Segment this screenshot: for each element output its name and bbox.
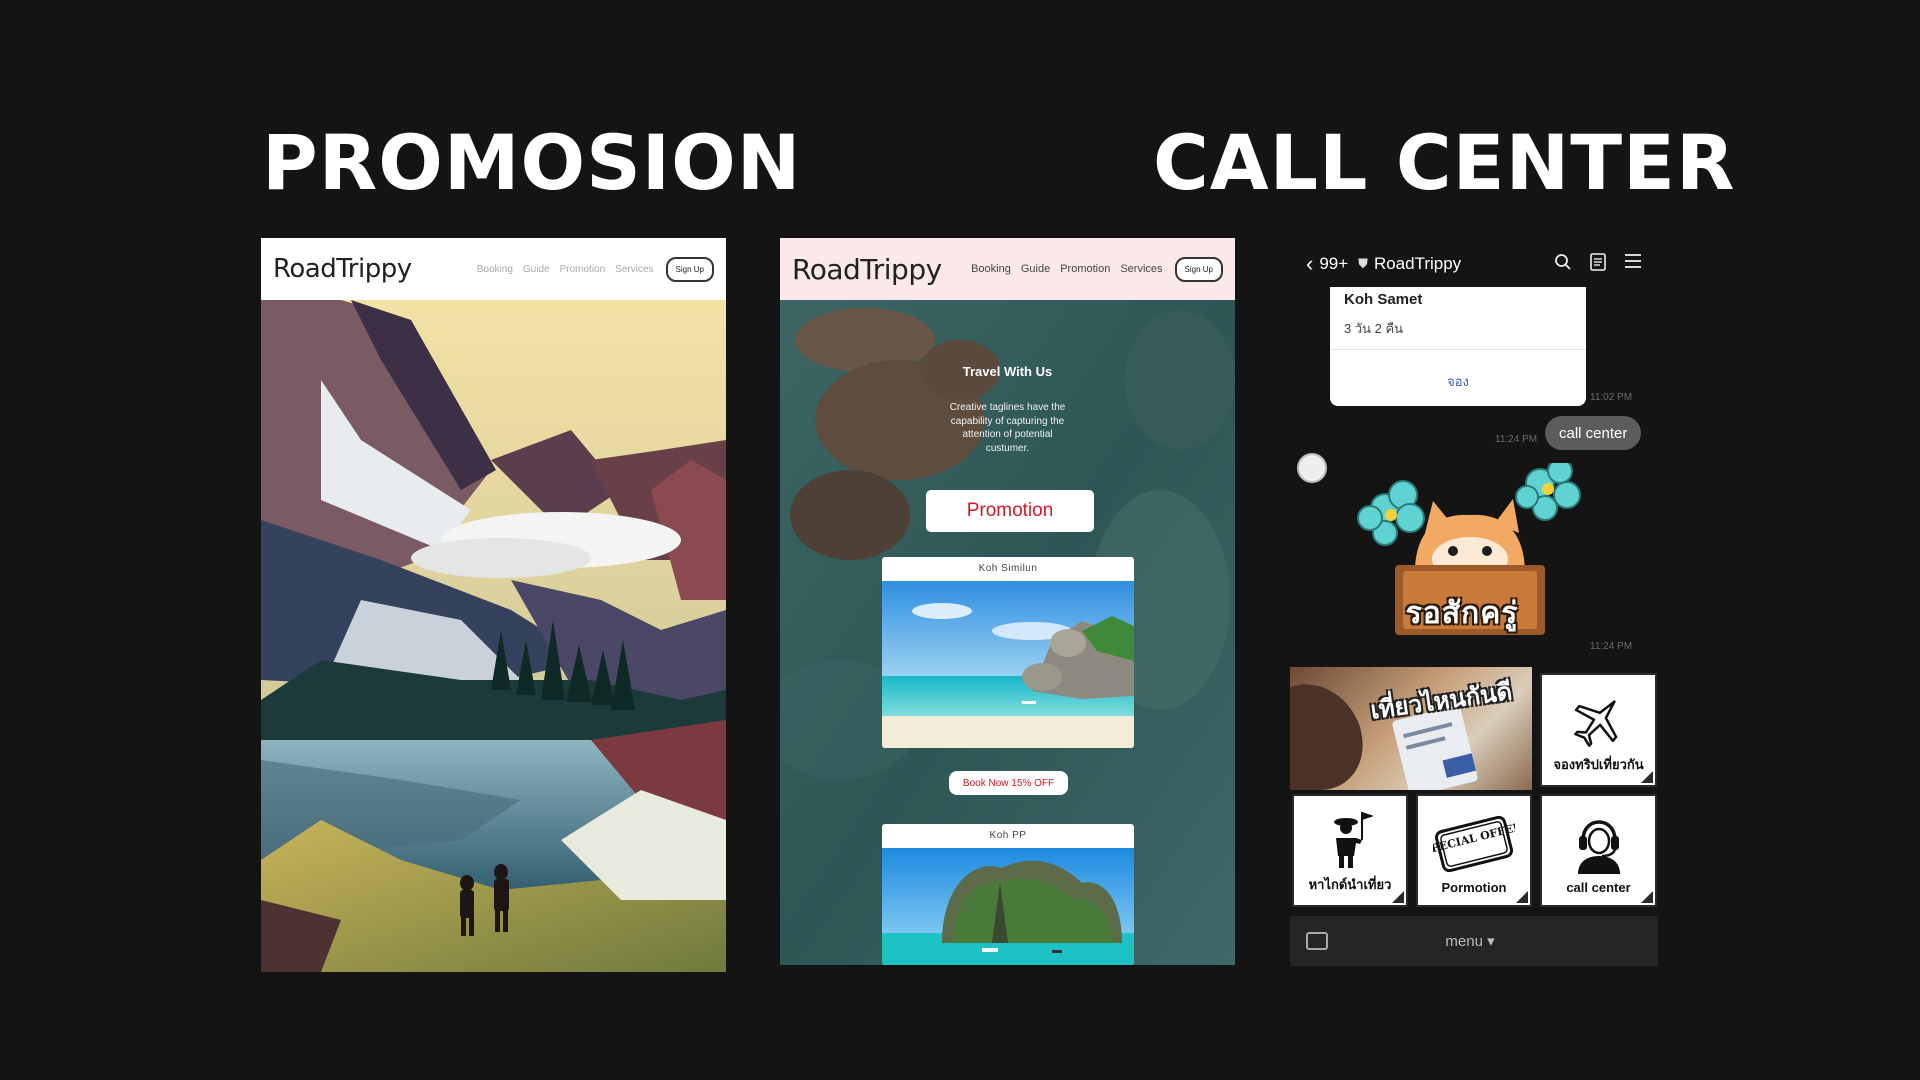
nav-services[interactable]: Services — [1120, 263, 1162, 275]
verified-shield-icon: ⛊ — [1358, 256, 1368, 271]
chat-title: RoadTrippy — [1373, 254, 1462, 273]
notes-icon[interactable] — [1590, 252, 1606, 276]
destination-card-phi-phi[interactable]: Koh PP — [882, 824, 1134, 965]
airplane-icon — [1573, 700, 1617, 747]
site-navbar: RoadTrippy Booking Guide Promotion Servi… — [261, 238, 726, 300]
chat-footer: menu ▾ — [1290, 916, 1658, 966]
nav-links: Booking Guide Promotion Services — [971, 263, 1162, 275]
call-center-heading: CALL CENTER — [1153, 118, 1736, 207]
site-logo[interactable]: RoadTrippy — [273, 254, 412, 284]
nav-services[interactable]: Services — [615, 264, 653, 275]
message-timestamp: 11:02 PM — [1590, 392, 1633, 403]
nav-promotion[interactable]: Promotion — [560, 264, 606, 275]
tile-label: Pormotion — [1441, 880, 1507, 895]
message-timestamp: 11:24 PM — [1590, 641, 1633, 652]
message-timestamp: 11:24 PM — [1495, 434, 1538, 445]
tile-label: จองทริปเที่ยวกัน — [1553, 757, 1644, 772]
find-guide-tile[interactable]: หาไกด์นำเที่ยว — [1292, 794, 1408, 907]
nav-booking[interactable]: Booking — [971, 263, 1011, 275]
rich-menu-banner[interactable]: เที่ยวไหนกันดี — [1290, 667, 1532, 790]
promotion-tile[interactable]: SPECIAL OFFER Pormotion — [1416, 794, 1532, 907]
tile-corner-marker — [1392, 891, 1404, 903]
site-navbar: RoadTrippy Booking Guide Promotion Servi… — [780, 238, 1235, 300]
hero-title: Travel With Us — [962, 364, 1053, 379]
nav-promotion[interactable]: Promotion — [1060, 263, 1110, 275]
sign-up-button[interactable]: Sign Up — [665, 256, 714, 282]
mountain-illustration — [261, 300, 726, 972]
tile-corner-marker — [1641, 891, 1653, 903]
tile-label: หาไกด์นำเที่ยว — [1308, 877, 1392, 892]
beach-photo — [882, 581, 1134, 748]
search-icon[interactable] — [1554, 253, 1572, 276]
nav-booking[interactable]: Booking — [477, 264, 513, 275]
headset-agent-icon — [1577, 820, 1620, 874]
book-now-discount-button[interactable]: Book Now 15% OFF — [949, 771, 1068, 795]
hero-tagline: Creative taglines have the capability of… — [949, 402, 1066, 454]
nav-guide[interactable]: Guide — [523, 264, 550, 275]
keyboard-icon[interactable] — [1306, 932, 1328, 950]
card-title: Koh PP — [989, 830, 1027, 841]
card-divider — [1330, 349, 1586, 350]
special-offer-stamp-icon: SPECIAL OFFER — [1433, 815, 1515, 873]
sign-up-button[interactable]: Sign Up — [1174, 256, 1223, 282]
landing-page-screenshot: RoadTrippy Booking Guide Promotion Servi… — [261, 238, 726, 972]
tile-label: call center — [1566, 880, 1631, 895]
booking-card-message: Koh Samet 3 วัน 2 คืน จอง — [1330, 287, 1586, 406]
nav-guide[interactable]: Guide — [1021, 263, 1050, 275]
tile-corner-marker — [1516, 891, 1528, 903]
site-logo[interactable]: RoadTrippy — [792, 253, 942, 286]
sticker-caption: รอสักครู่ — [1405, 597, 1519, 630]
promotion-heading: PROMOSION — [262, 118, 802, 207]
header-actions — [1554, 252, 1642, 276]
menu-toggle-button[interactable]: menu ▾ — [1445, 932, 1524, 950]
promotion-button[interactable]: Promotion — [926, 490, 1094, 532]
chat-header: ‹ 99+ ⛊ RoadTrippy — [1290, 238, 1658, 290]
card-title: Koh Similun — [978, 563, 1038, 574]
island-photo — [882, 848, 1134, 965]
user-message-bubble: call center — [1545, 416, 1642, 450]
card-duration: 3 วัน 2 คืน — [1344, 321, 1404, 336]
destination-card-similan[interactable]: Koh Similun — [882, 557, 1134, 748]
bot-avatar[interactable] — [1297, 453, 1327, 483]
promotion-page-screenshot: RoadTrippy Booking Guide Promotion Servi… — [780, 238, 1235, 965]
unread-count: 99+ — [1319, 254, 1349, 273]
call-center-tile[interactable]: call center — [1540, 794, 1657, 907]
chat-screenshot: ‹ 99+ ⛊ RoadTrippy Koh Samet 3 วัน 2 คืน… — [1290, 238, 1658, 966]
book-action-link[interactable]: จอง — [1330, 371, 1586, 392]
back-chevron-icon[interactable]: ‹ — [1306, 251, 1313, 277]
nav-links: Booking Guide Promotion Services — [477, 264, 654, 275]
rich-menu: เที่ยวไหนกันดี จองทริปเที่ยวกัน หาไกด์นำ… — [1290, 667, 1658, 910]
card-title: Koh Samet — [1344, 291, 1423, 308]
guide-icon — [1334, 812, 1374, 868]
book-trip-tile[interactable]: จองทริปเที่ยวกัน — [1540, 673, 1657, 787]
stamp-text: SPECIAL OFFER — [1433, 820, 1515, 857]
hamburger-menu-icon[interactable] — [1624, 253, 1642, 276]
